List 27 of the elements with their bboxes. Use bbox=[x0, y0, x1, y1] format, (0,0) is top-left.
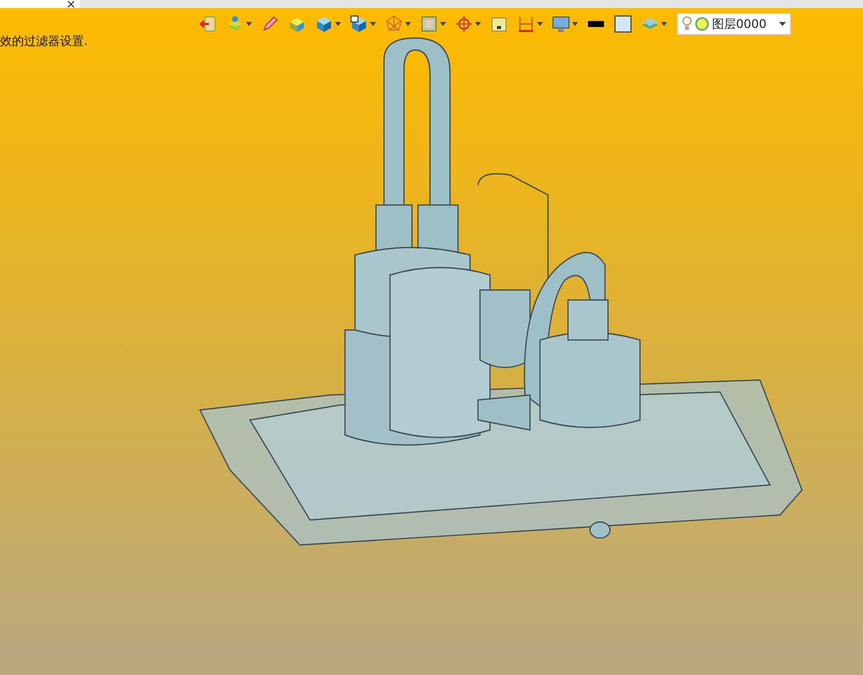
lightbulb-icon bbox=[682, 16, 692, 32]
caret-icon bbox=[537, 22, 543, 26]
cube-icon bbox=[315, 15, 333, 33]
color-swatch-icon bbox=[614, 15, 632, 33]
caret-icon bbox=[440, 22, 446, 26]
pen-icon bbox=[261, 15, 279, 33]
circle-icon bbox=[695, 17, 709, 31]
cube-icon bbox=[288, 15, 306, 33]
box-icon bbox=[490, 15, 508, 33]
exit-icon bbox=[199, 15, 217, 33]
caret-icon bbox=[779, 22, 786, 26]
dimension-icon bbox=[517, 15, 535, 33]
caret-icon bbox=[405, 22, 411, 26]
status-message: 效的过滤器设置. bbox=[0, 33, 88, 50]
cube-icon bbox=[350, 15, 368, 33]
caret-icon bbox=[661, 22, 667, 26]
layer-dropdown[interactable]: 图层0000 bbox=[677, 13, 791, 35]
caret-icon bbox=[246, 22, 252, 26]
caret-icon bbox=[335, 22, 341, 26]
caret-icon bbox=[475, 22, 481, 26]
monitor-icon bbox=[552, 15, 570, 33]
caret-icon bbox=[370, 22, 376, 26]
target-icon bbox=[455, 15, 473, 33]
caret-icon bbox=[572, 22, 578, 26]
layers-icon bbox=[226, 15, 244, 33]
wireframe-icon bbox=[385, 15, 403, 33]
frame-icon bbox=[420, 15, 438, 33]
